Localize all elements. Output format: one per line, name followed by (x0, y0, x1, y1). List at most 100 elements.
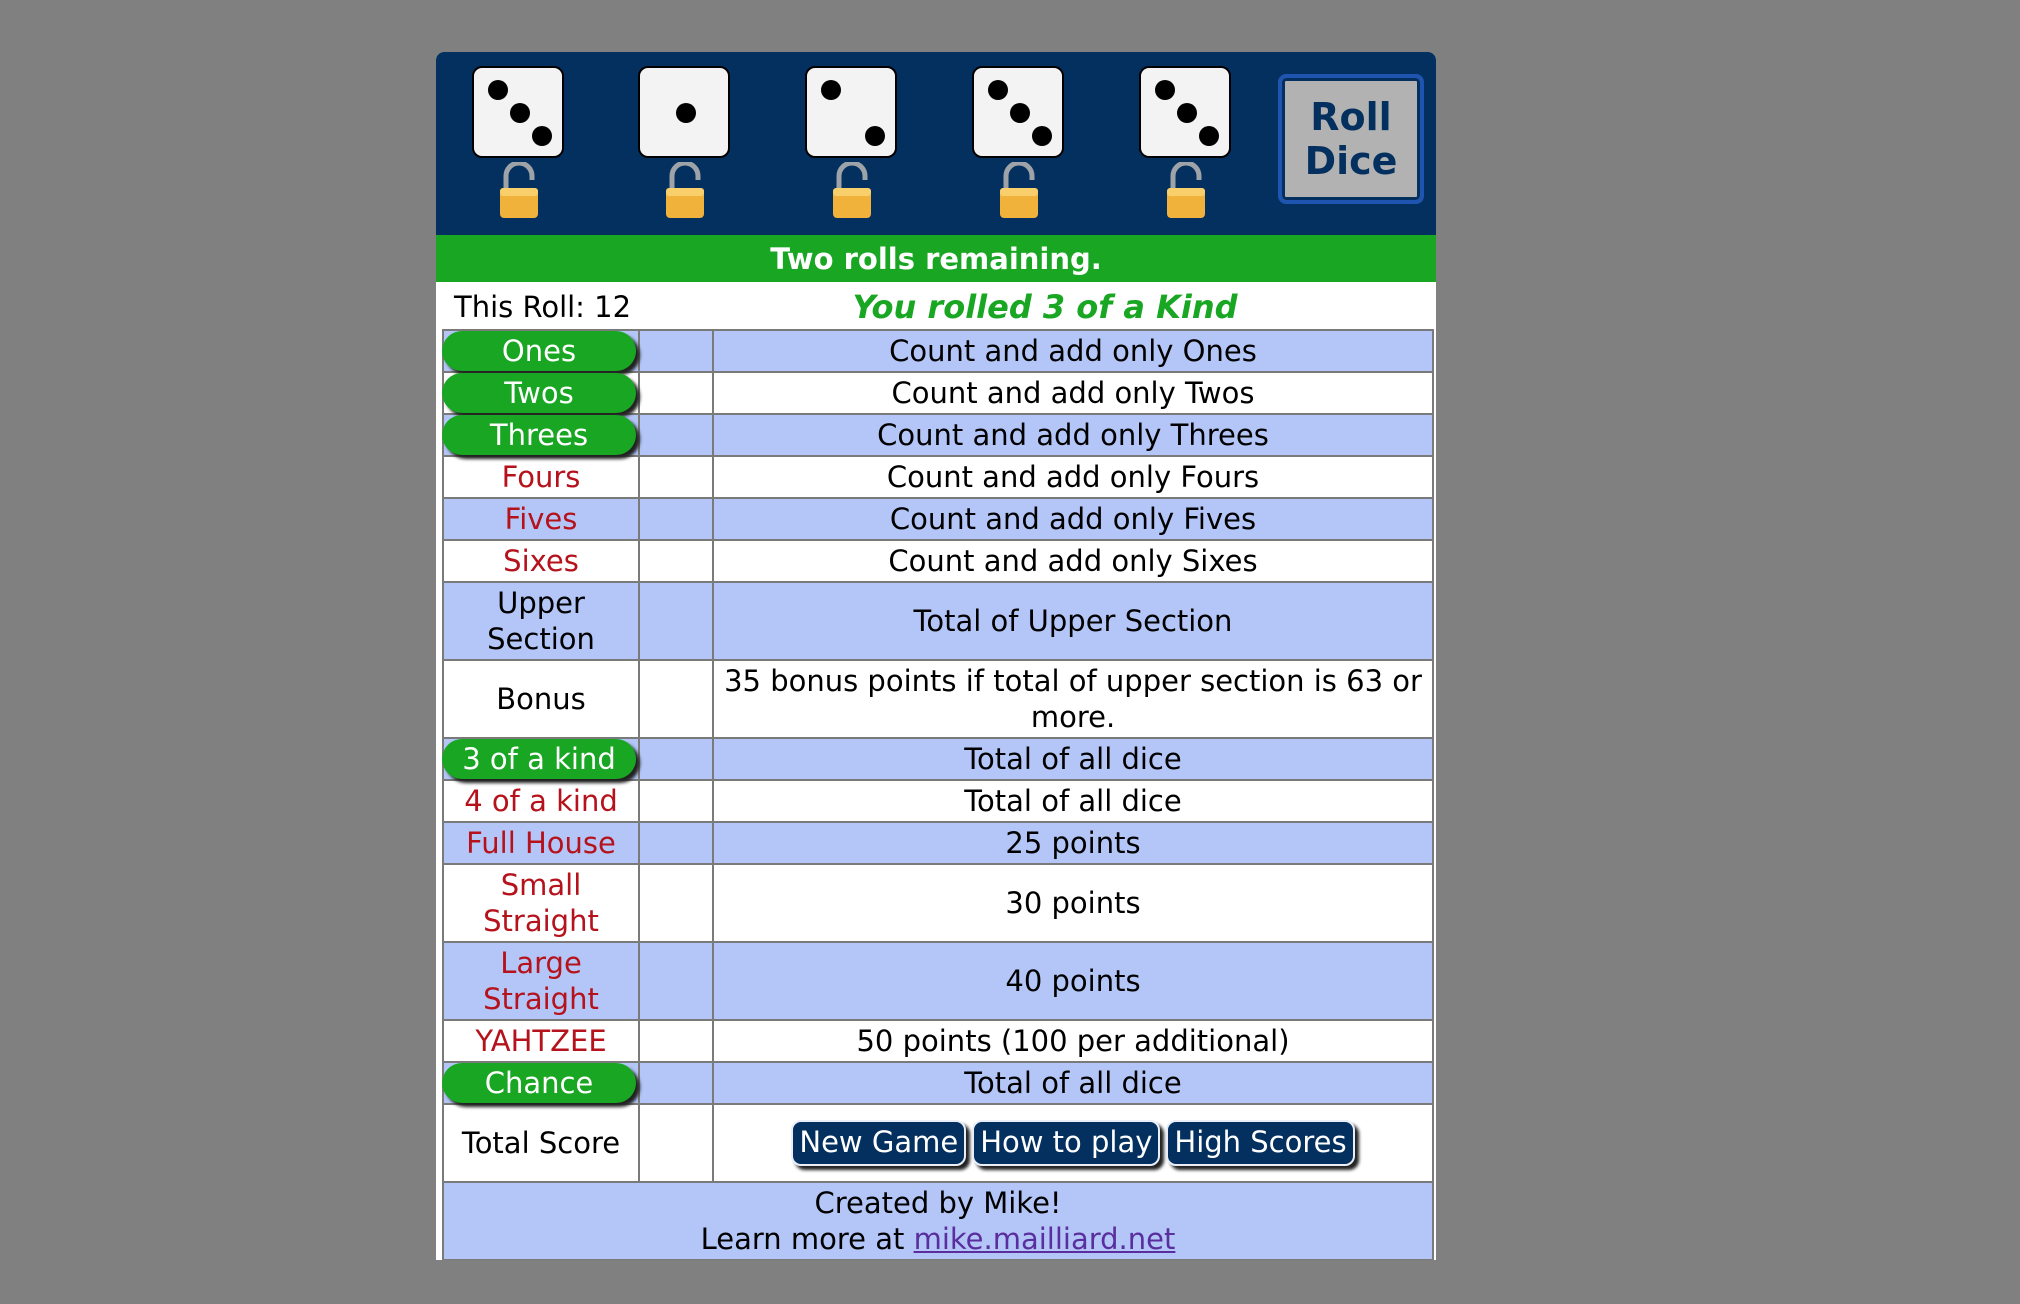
description-cell: Total of Upper Section (712, 581, 1434, 661)
die-5[interactable] (1139, 66, 1231, 158)
score-cell (638, 539, 714, 583)
die-pip (1199, 126, 1219, 146)
row-yahtzee: YAHTZEE 50 points (100 per additional) (442, 1019, 1434, 1063)
category-cell: Threes (442, 413, 640, 457)
category-cell: Ones (442, 329, 640, 373)
bonus-label: Bonus (442, 659, 640, 739)
score-cell (638, 413, 714, 457)
score-cell (638, 821, 714, 865)
score-cell (638, 581, 714, 661)
row-twos: Twos Count and add only Twos (442, 371, 1434, 415)
row-sixes: Sixes Count and add only Sixes (442, 539, 1434, 583)
die-2[interactable] (638, 66, 730, 158)
category-label-sixes: Sixes (442, 539, 640, 583)
upper-section-label: Upper Section (442, 581, 640, 661)
description-cell: 40 points (712, 941, 1434, 1021)
description-cell: Count and add only Ones (712, 329, 1434, 373)
die-4[interactable] (972, 66, 1064, 158)
die-pip (988, 80, 1008, 100)
unlocked-padlock-icon[interactable] (1165, 162, 1207, 220)
description-cell: Total of all dice (712, 1061, 1434, 1105)
description-cell: Count and add only Sixes (712, 539, 1434, 583)
row-fours: Fours Count and add only Fours (442, 455, 1434, 499)
die-pip (488, 80, 508, 100)
description-cell: Total of all dice (712, 737, 1434, 781)
score-cell (638, 737, 714, 781)
row-full-house: Full House 25 points (442, 821, 1434, 865)
unlocked-padlock-icon[interactable] (664, 162, 706, 220)
unlocked-padlock-icon[interactable] (498, 162, 540, 220)
score-cell (638, 371, 714, 415)
row-3-of-a-kind: 3 of a kind Total of all dice (442, 737, 1434, 781)
score-table: Ones Count and add only Ones Twos Count … (442, 329, 1434, 1260)
category-label-yahtzee: YAHTZEE (442, 1019, 640, 1063)
die-pip (1177, 103, 1197, 123)
category-button-ones[interactable]: Ones (442, 331, 636, 371)
category-button-twos[interactable]: Twos (442, 373, 636, 413)
category-label-4-of-a-kind: 4 of a kind (442, 779, 640, 823)
high-scores-button[interactable]: High Scores (1166, 1120, 1355, 1166)
row-upper-section: Upper Section Total of Upper Section (442, 581, 1434, 661)
description-cell: 35 bonus points if total of upper sectio… (712, 659, 1434, 739)
description-cell: Total of all dice (712, 779, 1434, 823)
category-label-large-straight: Large Straight (442, 941, 640, 1021)
die-pip (1010, 103, 1030, 123)
die-pip (865, 126, 885, 146)
category-button-threes[interactable]: Threes (442, 415, 636, 455)
credit-text: Created by Mike! (814, 1186, 1062, 1220)
die-3[interactable] (805, 66, 897, 158)
row-total-score: Total Score New Game How to play High Scor… (442, 1103, 1434, 1183)
category-label-small-straight: Small Straight (442, 863, 640, 943)
category-button-3-of-a-kind[interactable]: 3 of a kind (442, 739, 636, 779)
how-to-play-button[interactable]: How to play (972, 1120, 1161, 1166)
die-pip (1155, 80, 1175, 100)
die-1[interactable] (472, 66, 564, 158)
score-cell (638, 1019, 714, 1063)
unlocked-padlock-icon[interactable] (998, 162, 1040, 220)
dice-bar: Roll Dice (436, 52, 1436, 235)
description-cell: Count and add only Fours (712, 455, 1434, 499)
die-pip (510, 103, 530, 123)
learn-more-text: Learn more at (700, 1222, 914, 1256)
description-cell: 30 points (712, 863, 1434, 943)
category-cell: Chance (442, 1061, 640, 1105)
category-label-fives: Fives (442, 497, 640, 541)
description-cell: Count and add only Fives (712, 497, 1434, 541)
score-cell (638, 779, 714, 823)
row-footer: Created by Mike! Learn more at mike.mail… (442, 1181, 1434, 1260)
rolls-remaining-text: Two rolls remaining. (770, 241, 1102, 276)
score-cell (638, 497, 714, 541)
action-buttons-cell: New Game How to play High Scores (712, 1103, 1434, 1183)
score-cell (638, 659, 714, 739)
this-roll-total: This Roll: 12 (454, 290, 632, 324)
row-threes: Threes Count and add only Threes (442, 413, 1434, 457)
row-bonus: Bonus 35 bonus points if total of upper … (442, 659, 1434, 739)
row-ones: Ones Count and add only Ones (442, 329, 1434, 373)
score-cell (638, 329, 714, 373)
total-score-label: Total Score (442, 1103, 640, 1183)
footer: Created by Mike! Learn more at mike.mail… (442, 1181, 1434, 1260)
score-cell (638, 1061, 714, 1105)
description-cell: 50 points (100 per additional) (712, 1019, 1434, 1063)
row-small-straight: Small Straight 30 points (442, 863, 1434, 943)
new-game-button[interactable]: New Game (791, 1120, 967, 1166)
die-pip (532, 126, 552, 146)
roll-dice-button[interactable]: Roll Dice (1278, 74, 1424, 204)
description-cell: 25 points (712, 821, 1434, 865)
die-pip (1032, 126, 1052, 146)
score-cell (638, 863, 714, 943)
category-label-full-house: Full House (442, 821, 640, 865)
category-cell: Twos (442, 371, 640, 415)
roll-result-message: You rolled 3 of a Kind (852, 288, 1238, 326)
category-button-chance[interactable]: Chance (442, 1063, 636, 1103)
die-pip (676, 103, 696, 123)
category-cell: 3 of a kind (442, 737, 640, 781)
description-cell: Count and add only Twos (712, 371, 1434, 415)
yahtzee-app: Roll Dice Two rolls remaining. This Roll… (436, 52, 1436, 1260)
status-bar: Two rolls remaining. (436, 235, 1436, 282)
website-link[interactable]: mike.mailliard.net (914, 1222, 1176, 1256)
unlocked-padlock-icon[interactable] (831, 162, 873, 220)
total-score-value (638, 1103, 714, 1183)
description-cell: Count and add only Threes (712, 413, 1434, 457)
die-pip (821, 80, 841, 100)
